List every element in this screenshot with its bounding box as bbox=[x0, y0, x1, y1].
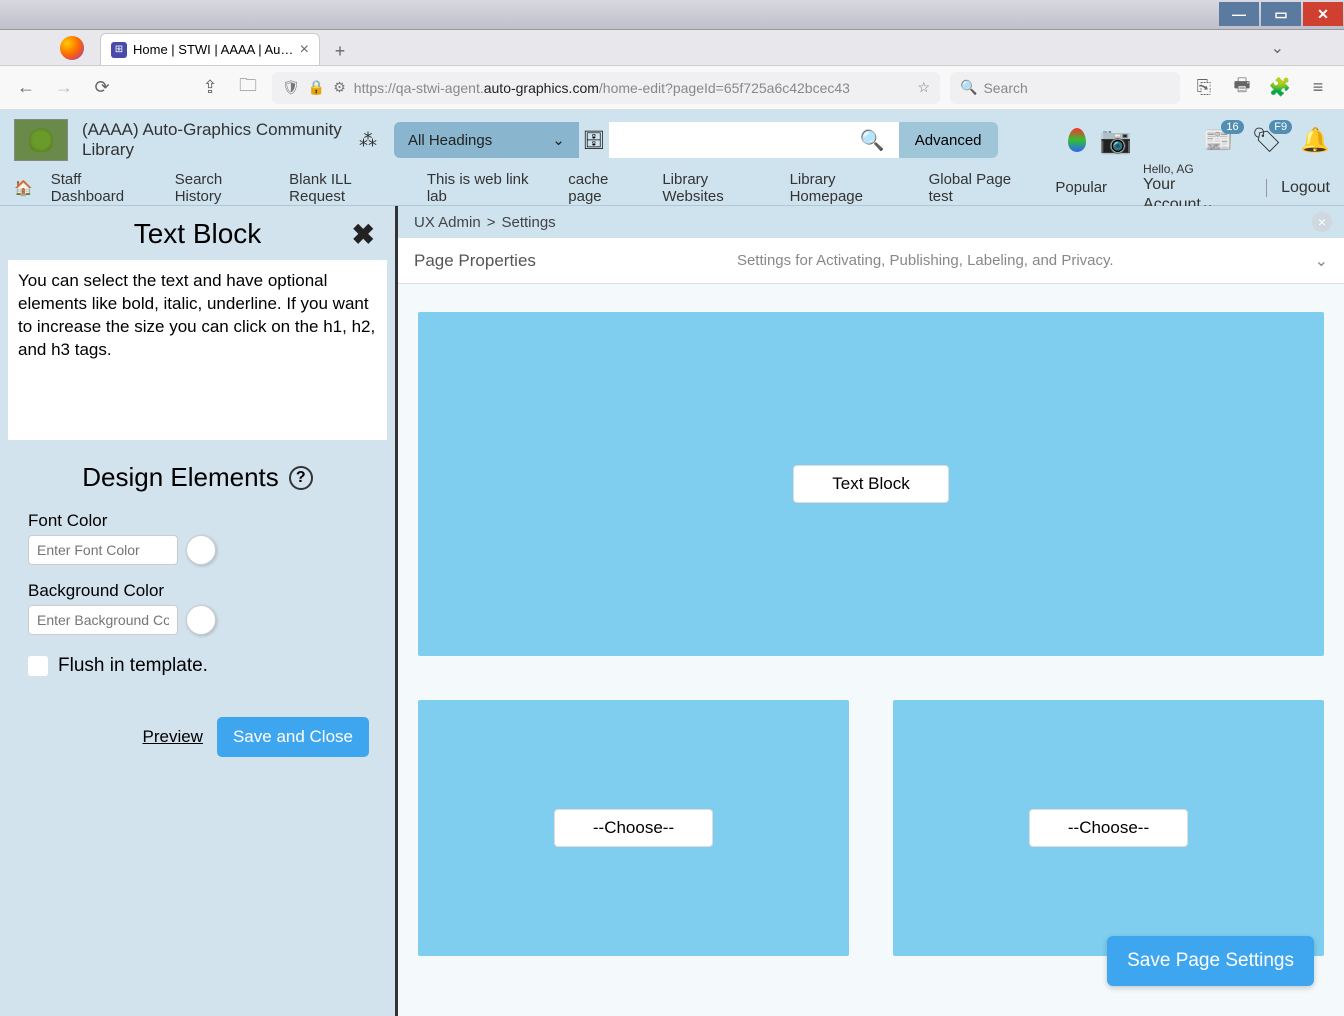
nav-link[interactable]: This is web link lab bbox=[427, 171, 550, 205]
shield-icon: 🛡 bbox=[282, 79, 300, 96]
nav-link[interactable]: cache page bbox=[568, 171, 644, 205]
tab-favicon-icon: ⊞ bbox=[111, 42, 127, 58]
nav-bar: 🏠 Staff Dashboard Search History Blank I… bbox=[0, 170, 1344, 206]
back-button[interactable]: ← bbox=[12, 74, 40, 102]
bookmark-star-icon[interactable]: ☆ bbox=[917, 79, 930, 96]
page-properties-bar[interactable]: Page Properties Settings for Activating,… bbox=[398, 238, 1344, 284]
layout-block-half-left[interactable]: --Choose-- bbox=[418, 700, 849, 956]
address-bar[interactable]: 🛡 🔒 ⚙ https://qa-stwi-agent.auto-graphic… bbox=[272, 72, 940, 104]
save-and-close-button[interactable]: Save and Close bbox=[217, 717, 369, 757]
bg-color-input[interactable] bbox=[28, 605, 178, 635]
help-text[interactable]: You can select the text and have optiona… bbox=[8, 260, 387, 440]
flush-label: Flush in template. bbox=[58, 655, 208, 677]
notifications-icon[interactable]: 🔔 bbox=[1300, 126, 1330, 155]
layout-block-full[interactable]: Text Block bbox=[418, 312, 1324, 656]
block-type-selector[interactable]: Text Block bbox=[793, 465, 948, 503]
chevron-down-icon[interactable]: ⌄ bbox=[1315, 251, 1328, 271]
block-type-selector[interactable]: --Choose-- bbox=[1029, 809, 1188, 847]
bg-color-swatch[interactable] bbox=[186, 605, 216, 635]
nav-link[interactable]: Global Page test bbox=[929, 171, 1038, 205]
container-icon[interactable]: 🗀 bbox=[234, 74, 262, 102]
database-icon[interactable]: 🗄 bbox=[579, 122, 609, 158]
breadcrumb: UX Admin > Settings × bbox=[398, 206, 1344, 238]
tab-close-icon[interactable]: × bbox=[300, 41, 309, 59]
menu-icon[interactable]: ≡ bbox=[1304, 74, 1332, 102]
page-properties-title: Page Properties bbox=[414, 251, 536, 271]
preview-link[interactable]: Preview bbox=[143, 727, 203, 747]
nav-link[interactable]: Popular bbox=[1055, 179, 1107, 196]
favorites-icon[interactable]: 🏷F9 bbox=[1252, 126, 1282, 155]
nav-link[interactable]: Staff Dashboard bbox=[51, 171, 157, 205]
library-logo[interactable] bbox=[14, 119, 68, 161]
page-properties-subtitle: Settings for Activating, Publishing, Lab… bbox=[536, 252, 1315, 269]
font-color-swatch[interactable] bbox=[186, 535, 216, 565]
browser-toolbar: ← → ⟳ ⇪ 🗀 🛡 🔒 ⚙ https://qa-stwi-agent.au… bbox=[0, 66, 1344, 110]
window-minimize-button[interactable]: — bbox=[1219, 2, 1259, 26]
bg-color-label: Background Color bbox=[28, 581, 367, 601]
nav-link[interactable]: Library Homepage bbox=[790, 171, 911, 205]
main-search-input[interactable] bbox=[617, 132, 854, 149]
search-placeholder: Search bbox=[983, 80, 1027, 96]
layout-canvas: Text Block --Choose-- --Choose-- bbox=[398, 284, 1344, 1016]
main-search-field[interactable]: 🔍 bbox=[609, 122, 899, 158]
font-color-label: Font Color bbox=[28, 511, 367, 531]
print-icon[interactable]: 🖶 bbox=[1228, 74, 1256, 102]
nav-link[interactable]: Library Websites bbox=[662, 171, 771, 205]
panel-close-icon[interactable]: × bbox=[1312, 212, 1332, 232]
breadcrumb-item[interactable]: Settings bbox=[501, 214, 555, 231]
new-tab-button[interactable]: + bbox=[326, 37, 354, 65]
browser-tab[interactable]: ⊞ Home | STWI | AAAA | Auto-Gr × bbox=[100, 33, 320, 65]
library-name: (AAAA) Auto-Graphics Community Library bbox=[82, 120, 342, 161]
advanced-search-button[interactable]: Advanced bbox=[899, 122, 998, 158]
headings-dropdown[interactable]: All Headings ⌄ bbox=[394, 122, 579, 158]
layout-block-half-right[interactable]: --Choose-- bbox=[893, 700, 1324, 956]
flush-checkbox[interactable] bbox=[28, 656, 48, 676]
design-elements-header: Design Elements ? bbox=[8, 462, 387, 493]
save-page-settings-button[interactable]: Save Page Settings bbox=[1107, 936, 1314, 986]
logout-link[interactable]: Logout bbox=[1266, 179, 1330, 197]
greeting-text: Hello, AG bbox=[1143, 162, 1248, 176]
window-close-button[interactable]: ✕ bbox=[1303, 2, 1343, 26]
sidebar-title: Text Block bbox=[134, 218, 262, 250]
reload-button[interactable]: ⟳ bbox=[88, 74, 116, 102]
nav-link[interactable]: Blank ILL Request bbox=[289, 171, 409, 205]
favorites-badge: F9 bbox=[1269, 120, 1292, 134]
tab-title: Home | STWI | AAAA | Auto-Gr bbox=[133, 42, 294, 57]
help-icon[interactable]: ? bbox=[289, 466, 313, 490]
window-titlebar: — ▭ ✕ bbox=[0, 0, 1344, 30]
forward-button[interactable]: → bbox=[50, 74, 78, 102]
lock-icon: 🔒 bbox=[308, 79, 325, 96]
content-area: UX Admin > Settings × Page Properties Se… bbox=[398, 206, 1344, 1016]
block-type-selector[interactable]: --Choose-- bbox=[554, 809, 713, 847]
window-maximize-button[interactable]: ▭ bbox=[1261, 2, 1301, 26]
firefox-logo-icon bbox=[60, 36, 84, 60]
home-icon[interactable]: 🏠 bbox=[14, 179, 33, 197]
browser-tab-bar: ⊞ Home | STWI | AAAA | Auto-Gr × + ⌄ bbox=[0, 30, 1344, 66]
news-badge: 16 bbox=[1221, 120, 1243, 134]
browser-search-box[interactable]: 🔍 Search bbox=[950, 72, 1180, 104]
permissions-icon: ⚙ bbox=[333, 79, 346, 96]
extensions-icon[interactable]: 🧩 bbox=[1266, 74, 1294, 102]
search-icon: 🔍 bbox=[960, 79, 977, 96]
sidebar-close-icon[interactable]: ✖ bbox=[352, 218, 375, 251]
nav-link[interactable]: Search History bbox=[175, 171, 271, 205]
breadcrumb-item[interactable]: UX Admin bbox=[414, 214, 481, 231]
translate-icon[interactable]: ⁂ bbox=[356, 128, 380, 152]
tabs-dropdown-icon[interactable]: ⌄ bbox=[1271, 38, 1284, 58]
pocket-icon[interactable]: ⎘ bbox=[1190, 74, 1218, 102]
search-submit-icon[interactable]: 🔍 bbox=[854, 128, 891, 153]
screenshot-icon[interactable]: ⇪ bbox=[196, 74, 224, 102]
chevron-down-icon: ⌄ bbox=[552, 131, 565, 149]
font-color-input[interactable] bbox=[28, 535, 178, 565]
news-icon[interactable]: 📰16 bbox=[1204, 126, 1234, 155]
sidebar-panel: Text Block ✖ You can select the text and… bbox=[0, 206, 398, 1016]
headings-dropdown-label: All Headings bbox=[408, 132, 492, 149]
balloon-icon[interactable] bbox=[1068, 128, 1086, 152]
url-text: https://qa-stwi-agent.auto-graphics.com/… bbox=[354, 80, 910, 96]
camera-icon[interactable]: 📷 bbox=[1104, 128, 1128, 152]
